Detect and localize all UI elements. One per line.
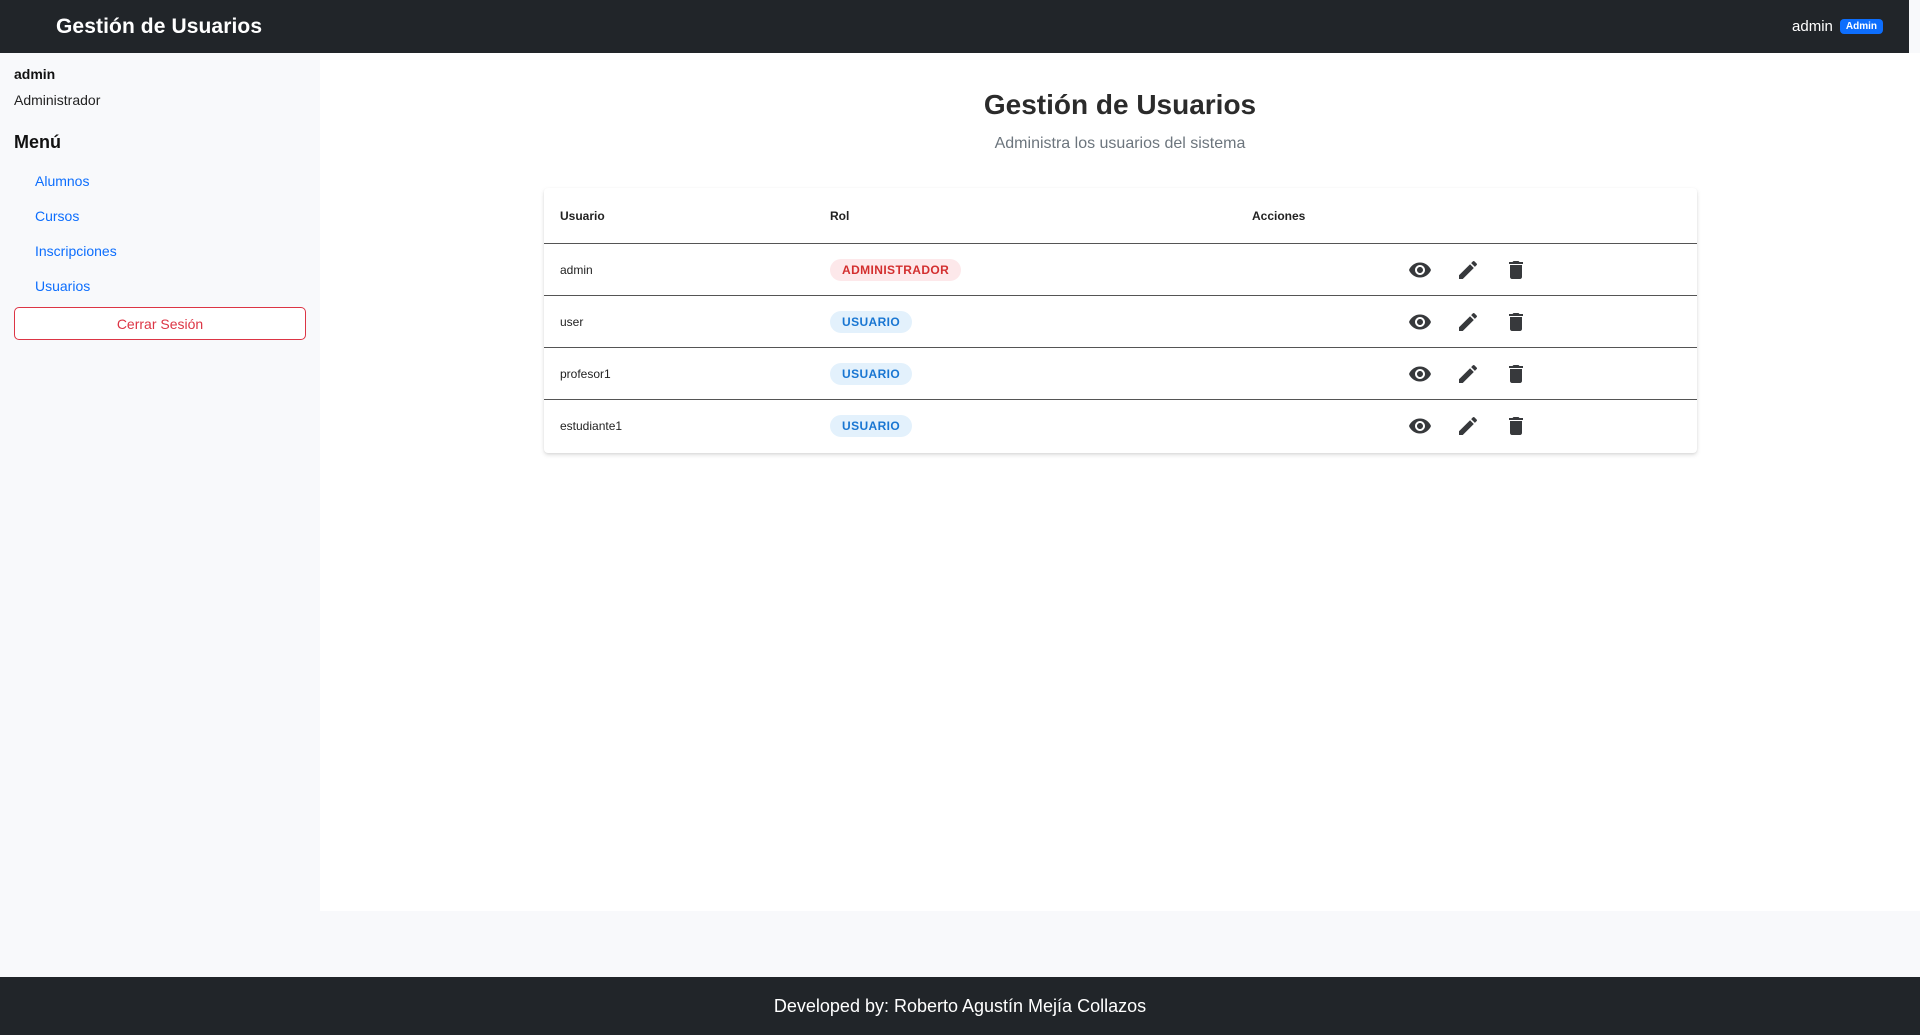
sidebar-nav: Alumnos Cursos Inscripciones Usuarios (14, 173, 317, 313)
column-header-acciones: Acciones (1252, 208, 1306, 223)
main-content: Gestión de Usuarios Administra los usuar… (320, 53, 1920, 911)
navbar-brand[interactable]: Gestión de Usuarios (56, 15, 262, 39)
pencil-icon[interactable] (1456, 362, 1480, 386)
logout-button[interactable]: Cerrar Sesión (14, 307, 306, 340)
footer-credit: Developed by: Roberto Agustín Mejía Coll… (773, 995, 1147, 1016)
top-navbar: Gestión de Usuarios admin Admin (0, 0, 1909, 53)
row-actions (1408, 244, 1528, 295)
trash-icon[interactable] (1504, 310, 1528, 334)
column-header-usuario: Usuario (560, 208, 605, 223)
table-row: estudiante1 USUARIO (544, 400, 1697, 452)
row-username: admin (560, 262, 593, 277)
sidebar-menu-title: Menú (14, 132, 61, 152)
sidebar-link-usuarios[interactable]: Usuarios (35, 278, 90, 294)
pencil-icon[interactable] (1456, 414, 1480, 438)
row-username: estudiante1 (560, 419, 623, 433)
eye-icon[interactable] (1408, 414, 1432, 438)
pencil-icon[interactable] (1456, 310, 1480, 334)
sidebar-link-cursos[interactable]: Cursos (35, 208, 79, 224)
eye-icon[interactable] (1408, 310, 1432, 334)
row-actions (1408, 348, 1528, 399)
column-header-rol: Rol (830, 208, 850, 223)
footer: Developed by: Roberto Agustín Mejía Coll… (0, 977, 1920, 1035)
table-row: user USUARIO (544, 296, 1697, 348)
trash-icon[interactable] (1504, 258, 1528, 282)
sidebar-link-alumnos[interactable]: Alumnos (35, 173, 89, 189)
users-table: Usuario Rol Acciones admin ADMINISTRADOR… (544, 188, 1697, 453)
sidebar-username: admin (14, 66, 56, 82)
table-row: admin ADMINISTRADOR (544, 244, 1697, 296)
page-subtitle: Administra los usuarios del sistema (994, 135, 1246, 152)
table-header: Usuario Rol Acciones (544, 188, 1697, 244)
page-title: Gestión de Usuarios (983, 89, 1257, 120)
navbar-username: admin (1792, 18, 1833, 35)
navbar-user-area: admin Admin (1792, 18, 1883, 35)
role-pill: ADMINISTRADOR (830, 258, 962, 281)
sidebar-user-role: Administrador (14, 92, 101, 108)
row-username: profesor1 (560, 366, 611, 381)
role-pill: USUARIO (830, 310, 913, 333)
sidebar-link-inscripciones[interactable]: Inscripciones (35, 243, 117, 259)
sidebar-item-cursos: Cursos (14, 208, 317, 243)
role-pill: USUARIO (830, 415, 913, 437)
trash-icon[interactable] (1504, 362, 1528, 386)
table-row: profesor1 USUARIO (544, 348, 1697, 400)
role-pill: USUARIO (830, 362, 913, 385)
row-username: user (560, 314, 584, 329)
role-badge: Admin (1839, 19, 1883, 34)
eye-icon[interactable] (1408, 362, 1432, 386)
row-actions (1408, 400, 1528, 452)
sidebar-item-inscripciones: Inscripciones (14, 243, 317, 278)
trash-icon[interactable] (1504, 414, 1528, 438)
eye-icon[interactable] (1408, 258, 1432, 282)
pencil-icon[interactable] (1456, 258, 1480, 282)
sidebar-item-alumnos: Alumnos (14, 173, 317, 208)
sidebar: admin Administrador Menú Alumnos Cursos … (11, 53, 320, 911)
row-actions (1408, 296, 1528, 347)
